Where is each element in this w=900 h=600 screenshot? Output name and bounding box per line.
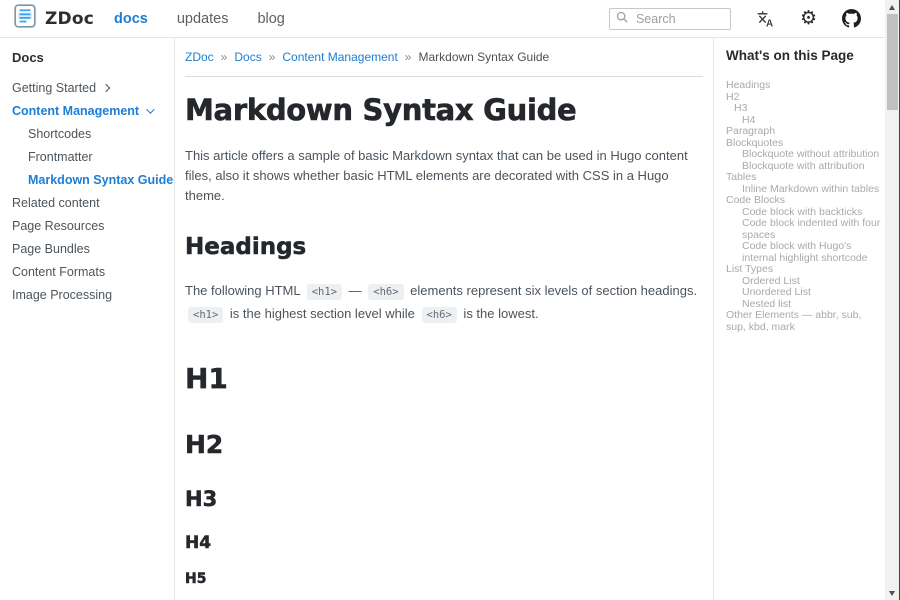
toc-item[interactable]: List Types xyxy=(726,264,881,276)
sidebar-item-label: Frontmatter xyxy=(28,150,93,164)
toc-title: What's on this Page xyxy=(726,48,881,63)
search-icon xyxy=(616,10,628,28)
sidebar-item-shortcodes[interactable]: Shortcodes xyxy=(12,122,168,145)
search-box[interactable] xyxy=(609,8,731,30)
sidebar-item-label: Image Processing xyxy=(12,288,112,302)
toc-item[interactable]: Other Elements — abbr, sub, sup, kbd, ma… xyxy=(726,310,881,333)
sidebar-item-content-management[interactable]: Content Management xyxy=(12,99,168,122)
toc-item[interactable]: Headings xyxy=(726,80,881,92)
toc-item[interactable]: Code block indented with four spaces xyxy=(726,218,881,241)
sample-headings-block: H1H2H3H4H5H6 xyxy=(185,363,703,600)
sample-heading-h4: H4 xyxy=(185,534,703,554)
toc-list: HeadingsH2H3H4ParagraphBlockquotesBlockq… xyxy=(726,80,881,333)
brand-home-link[interactable]: ZDoc xyxy=(14,4,94,33)
nav-link-docs[interactable]: docs xyxy=(114,11,148,27)
chevron-right-icon xyxy=(102,83,110,91)
brand-title: ZDoc xyxy=(45,9,94,29)
header-actions: A ⚙ xyxy=(609,8,885,30)
sidebar-item-label: Getting Started xyxy=(12,81,96,95)
settings-gear-icon[interactable]: ⚙ xyxy=(800,9,817,28)
svg-text:A: A xyxy=(766,18,773,27)
toc-item[interactable]: Tables xyxy=(726,172,881,184)
toc-item[interactable]: H2 xyxy=(726,92,881,104)
scroll-up-button[interactable] xyxy=(885,0,899,14)
breadcrumb-link[interactable]: ZDoc xyxy=(185,50,214,64)
paragraph-text: is the highest section level while xyxy=(226,306,418,321)
paragraph-text: — xyxy=(345,283,365,298)
breadcrumb: ZDoc » Docs » Content Management » Markdown Sy… xyxy=(185,50,703,64)
sample-heading-h5: H5 xyxy=(185,571,703,587)
nav-link-blog[interactable]: blog xyxy=(257,11,284,27)
scroll-up-arrow-icon xyxy=(889,5,895,10)
sample-heading-h2: H2 xyxy=(185,431,703,460)
toc-item[interactable]: Code block with Hugo's internal highligh… xyxy=(726,241,881,264)
toc-item[interactable]: Paragraph xyxy=(726,126,881,138)
intro-paragraph: This article offers a sample of basic Ma… xyxy=(185,146,703,206)
sidebar-item-label: Content Formats xyxy=(12,265,105,279)
sample-heading-h3: H3 xyxy=(185,487,703,511)
toc-item[interactable]: Unordered List xyxy=(726,287,881,299)
sidebar-item-label: Shortcodes xyxy=(28,127,91,141)
scrollbar-thumb[interactable] xyxy=(887,14,898,110)
headings-paragraph: The following HTML <h1> — <h6> elements … xyxy=(185,280,703,326)
top-navbar: ZDoc docs updates blog xyxy=(0,0,885,38)
inline-code: <h6> xyxy=(368,284,403,300)
sidebar-item-label: Page Bundles xyxy=(12,242,90,256)
chevron-down-icon xyxy=(146,105,154,113)
breadcrumb-separator: » xyxy=(221,50,228,64)
top-nav-links: docs updates blog xyxy=(114,11,285,27)
sidebar-nav-list: Getting Started Content Management Shortco… xyxy=(12,76,168,306)
inline-code: <h6> xyxy=(422,307,457,323)
toc-item[interactable]: H3 xyxy=(726,103,881,115)
inline-code: <h1> xyxy=(307,284,342,300)
breadcrumb-divider xyxy=(185,76,703,77)
sidebar-item-page-bundles[interactable]: Page Bundles xyxy=(12,237,168,260)
sidebar-item-label: Related content xyxy=(12,196,100,210)
toc-item[interactable]: Code Blocks xyxy=(726,195,881,207)
paragraph-text: is the lowest. xyxy=(460,306,539,321)
translate-language-icon[interactable]: A xyxy=(756,10,775,28)
toc-sidebar: What's on this Page HeadingsH2H3H4Paragr… xyxy=(713,38,885,600)
main-layout: Docs Getting Started Content Management Sh… xyxy=(0,38,885,600)
sidebar-item-label: Page Resources xyxy=(12,219,104,233)
article-content: ZDoc » Docs » Content Management » Markdown Sy… xyxy=(175,38,713,600)
sidebar-item-label: Content Management xyxy=(12,104,139,118)
sample-heading-h1: H1 xyxy=(185,363,703,395)
sidebar-item-image-processing[interactable]: Image Processing xyxy=(12,283,168,306)
sidebar-item-content-formats[interactable]: Content Formats xyxy=(12,260,168,283)
paragraph-text: The following HTML xyxy=(185,283,304,298)
search-input[interactable] xyxy=(634,11,726,27)
sidebar-section-title: Docs xyxy=(12,50,168,65)
section-heading-headings: Headings xyxy=(185,234,703,260)
breadcrumb-separator: » xyxy=(269,50,276,64)
breadcrumb-link[interactable]: Docs xyxy=(234,50,261,64)
scroll-down-button[interactable] xyxy=(885,586,899,600)
github-icon[interactable] xyxy=(842,9,861,28)
sidebar-item-markdown-syntax-guide[interactable]: Markdown Syntax Guide xyxy=(12,168,168,191)
docs-sidebar: Docs Getting Started Content Management Sh… xyxy=(0,38,175,600)
inline-code: <h1> xyxy=(188,307,223,323)
toc-item[interactable]: Blockquote without attribution xyxy=(726,149,881,161)
sidebar-item-related-content[interactable]: Related content xyxy=(12,191,168,214)
sidebar-item-label: Markdown Syntax Guide xyxy=(28,173,173,187)
sidebar-item-frontmatter[interactable]: Frontmatter xyxy=(12,145,168,168)
nav-link-updates[interactable]: updates xyxy=(177,11,229,27)
paragraph-text: elements represent six levels of section… xyxy=(407,283,698,298)
page-title: Markdown Syntax Guide xyxy=(185,93,703,127)
scroll-down-arrow-icon xyxy=(889,591,895,596)
breadcrumb-link[interactable]: Content Management xyxy=(282,50,397,64)
breadcrumb-separator: » xyxy=(405,50,412,64)
document-logo-icon xyxy=(14,4,36,33)
sidebar-item-getting-started[interactable]: Getting Started xyxy=(12,76,168,99)
vertical-scrollbar[interactable] xyxy=(885,0,900,600)
sidebar-item-page-resources[interactable]: Page Resources xyxy=(12,214,168,237)
app-window: ZDoc docs updates blog xyxy=(0,0,900,600)
breadcrumb-current: Markdown Syntax Guide xyxy=(418,50,549,64)
